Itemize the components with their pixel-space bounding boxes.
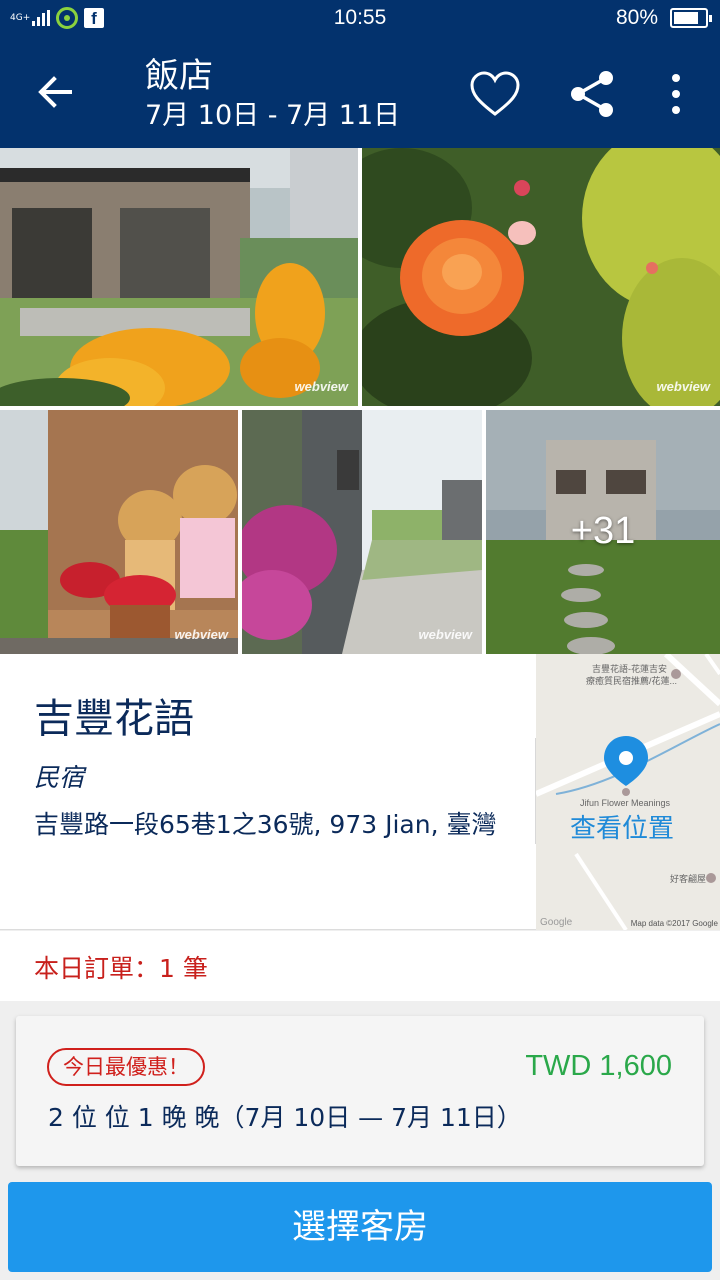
map-copyright: Map data ©2017 Google — [630, 919, 718, 928]
watermark-text: webview — [174, 627, 228, 642]
status-bar: 4G+ f 10:55 80% — [0, 0, 720, 36]
map-roads — [536, 654, 720, 930]
app-bar: 飯店 7月 10日 - 7月 11日 — [0, 36, 720, 148]
share-button[interactable] — [566, 68, 618, 120]
hotel-info: 吉豐花語 民宿 吉豐路一段65巷1之36號, 973 Jian, 臺灣 吉豐花語… — [0, 654, 720, 930]
share-icon — [571, 71, 613, 117]
photo-rose[interactable]: webview — [362, 148, 720, 406]
status-right-icons: 80% — [615, 6, 712, 30]
more-vert-icon — [672, 74, 680, 114]
map-label: Jifun Flower Meanings — [580, 798, 671, 808]
view-location-link[interactable]: 查看位置 — [570, 808, 674, 845]
more-photos-tile[interactable]: +31 — [486, 410, 720, 654]
heart-icon — [470, 71, 520, 116]
photo-entrance[interactable]: webview — [242, 410, 482, 654]
select-room-button[interactable]: 選擇客房 — [8, 1182, 712, 1272]
offer-details: 2 位 位 1 晚 晚（7月 10日 — 7月 11日） — [48, 1103, 522, 1132]
battery-percent: 80% — [615, 6, 658, 29]
orders-today: 本日訂單：1 筆 — [0, 931, 720, 1001]
hotel-name: 吉豐花語 — [34, 696, 194, 742]
watermark-text: webview — [656, 379, 710, 394]
more-options-button[interactable] — [660, 70, 692, 118]
favorite-button[interactable] — [468, 68, 522, 122]
watermark-text: webview — [418, 627, 472, 642]
orders-today-text: 本日訂單：1 筆 — [34, 954, 208, 983]
offer-price: TWD 1,600 — [525, 1050, 672, 1082]
property-type: 民宿 — [34, 763, 85, 792]
clock: 10:55 — [333, 6, 387, 29]
map-label: 療癒質民宿推薦/花蓮... — [586, 676, 678, 686]
map-preview[interactable]: 吉豐花語-花蓮吉安 療癒質民宿推薦/花蓮... Jifun Flower Mea… — [536, 654, 720, 930]
watermark-text: webview — [294, 379, 348, 394]
battery-icon — [670, 8, 712, 28]
stay-dates: 7月 10日 - 7月 11日 — [145, 100, 401, 131]
best-offer-card[interactable]: 今日最優惠！ TWD 1,600 2 位 位 1 晚 晚（7月 10日 — 7月… — [16, 1016, 704, 1166]
page-title: 飯店 — [145, 56, 213, 96]
more-photos-count: +31 — [570, 510, 636, 552]
map-google-logo: Google — [540, 917, 573, 928]
photo-gallery: webview webview webview webview +31 — [0, 148, 720, 654]
hotel-address: 吉豐路一段65巷1之36號, 973 Jian, 臺灣 — [34, 810, 497, 839]
title-block: 飯店 7月 10日 - 7月 11日 — [145, 56, 400, 134]
photo-bears[interactable]: webview — [0, 410, 238, 654]
back-arrow-icon — [38, 76, 72, 108]
map-label: 好客翩屋 — [670, 874, 707, 884]
back-button[interactable] — [30, 66, 82, 118]
photo-building-flowers[interactable]: webview — [0, 148, 358, 406]
best-deal-badge: 今日最優惠！ — [47, 1048, 205, 1086]
